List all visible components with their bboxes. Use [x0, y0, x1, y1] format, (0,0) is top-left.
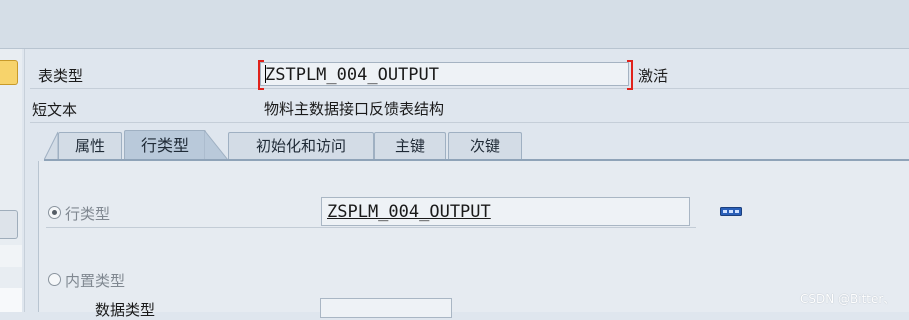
data-type-label: 数据类型 — [95, 301, 156, 319]
left-panel — [0, 49, 22, 312]
tab-attributes[interactable]: 属性 — [58, 132, 122, 160]
tab-strip: 属性 行类型 初始化和访问 主键 次键 — [44, 130, 909, 160]
short-text-row: 短文本 物料主数据接口反馈表结构 — [30, 96, 909, 123]
row-type-separator — [46, 227, 696, 228]
application-toolbar — [0, 0, 909, 48]
left-panel-separator — [24, 49, 25, 312]
builtin-type-radio-label: 内置类型 — [65, 272, 126, 290]
tab-edge-active — [204, 130, 228, 160]
row-type-field[interactable]: ZSPLM_004_OUTPUT — [321, 197, 690, 226]
row-type-radio[interactable] — [48, 206, 61, 219]
left-panel-highlight-button[interactable] — [0, 60, 18, 85]
toolbar-divider — [0, 48, 909, 49]
tab-edge-left — [44, 131, 58, 160]
short-text-label: 短文本 — [32, 101, 78, 119]
table-type-row: 表类型 ZSTPLM_004_OUTPUT 激活 — [30, 60, 909, 90]
text-cursor — [265, 65, 266, 83]
tab-content-panel — [38, 161, 909, 312]
watermark: CSDN @Bitter、 — [800, 292, 896, 306]
short-text-field[interactable]: 物料主数据接口反馈表结构 — [260, 98, 904, 120]
builtin-type-radio[interactable] — [48, 273, 61, 286]
left-panel-row — [0, 245, 22, 267]
tab-primary-key[interactable]: 主键 — [374, 132, 446, 160]
table-type-field[interactable]: ZSTPLM_004_OUTPUT — [260, 62, 629, 86]
left-panel-row — [0, 288, 22, 312]
table-type-label: 表类型 — [38, 67, 84, 85]
tab-secondary-key[interactable]: 次键 — [448, 132, 522, 160]
row-type-radio-label: 行类型 — [65, 205, 111, 223]
details-icon[interactable] — [720, 207, 742, 216]
data-type-field[interactable] — [320, 298, 452, 318]
left-panel-button[interactable] — [0, 210, 18, 239]
highlight-bracket-left — [258, 60, 264, 90]
tab-init-access[interactable]: 初始化和访问 — [228, 132, 374, 160]
highlight-bracket-right — [627, 60, 633, 90]
tab-row-type[interactable]: 行类型 — [124, 130, 206, 160]
activation-status: 激活 — [638, 67, 669, 85]
